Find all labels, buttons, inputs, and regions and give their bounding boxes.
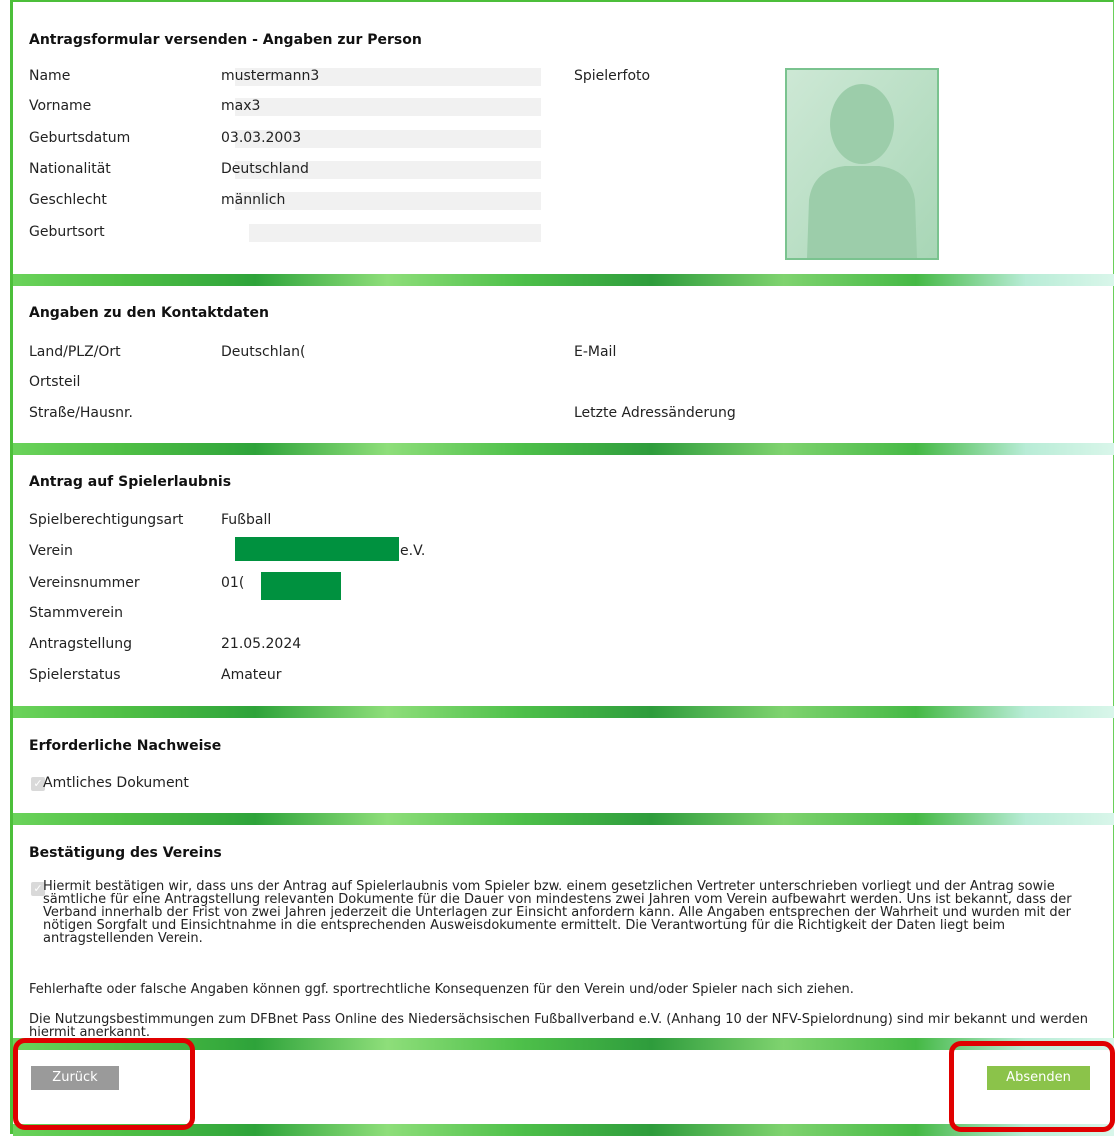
row-verein: Verein e.V. [29, 537, 569, 561]
row-stammverein: Stammverein [29, 605, 569, 623]
value-geschlecht: männlich [221, 192, 286, 208]
value-vereinsnummer: 01( [221, 575, 245, 591]
redaction-block [261, 572, 341, 600]
label-antragstellung: Antragstellung [29, 636, 132, 652]
label-geburtsdatum: Geburtsdatum [29, 130, 131, 146]
value-nationalitaet: Deutschland [221, 161, 309, 177]
label-stammverein: Stammverein [29, 605, 123, 621]
row-strasse: Straße/Hausnr. [29, 405, 569, 423]
label-letzte-adressaenderung: Letzte Adressänderung [574, 405, 736, 421]
section-divider [13, 706, 1114, 718]
label-email: E-Mail [574, 344, 617, 360]
value-bg [235, 98, 541, 116]
label-strasse: Straße/Hausnr. [29, 405, 133, 421]
row-name: Name mustermann3 [29, 68, 569, 86]
row-spielberechtigungsart: Spielberechtigungsart Fußball [29, 512, 569, 530]
confirm-paragraph-2: Fehlerhafte oder falsche Angaben können … [29, 982, 854, 997]
section-divider [13, 813, 1114, 825]
section-title-confirm: Bestätigung des Vereins [29, 845, 222, 861]
row-nationalitaet: Nationalität Deutschland [29, 161, 569, 179]
label-spielerfoto: Spielerfoto [574, 68, 651, 84]
value-name: mustermann3 [221, 68, 320, 84]
row-vereinsnummer: Vereinsnummer 01( [29, 572, 569, 600]
label-geschlecht: Geschlecht [29, 192, 107, 208]
value-spielberechtigungsart: Fußball [221, 512, 272, 528]
label-ortsteil: Ortsteil [29, 374, 81, 390]
label-name: Name [29, 68, 71, 84]
section-title-contact: Angaben zu den Kontaktdaten [29, 305, 269, 321]
section-title-permission: Antrag auf Spielerlaubnis [29, 474, 232, 490]
label-verein: Verein [29, 543, 73, 559]
label-vorname: Vorname [29, 98, 92, 114]
row-spielerstatus: Spielerstatus Amateur [29, 667, 569, 685]
row-vorname: Vorname max3 [29, 98, 569, 116]
section-title-proof: Erforderliche Nachweise [29, 738, 222, 754]
label-land-plz-ort: Land/PLZ/Ort [29, 344, 121, 360]
value-geburtsdatum: 03.03.2003 [221, 130, 302, 146]
row-antragstellung: Antragstellung 21.05.2024 [29, 636, 569, 654]
value-spielerstatus: Amateur [221, 667, 282, 683]
section-divider [13, 274, 1114, 286]
redaction-block [235, 537, 399, 561]
form-panel: Antragsformular versenden - Angaben zur … [10, 0, 1114, 1136]
section-title-person: Antragsformular versenden - Angaben zur … [29, 32, 422, 48]
value-bg [249, 224, 541, 242]
row-geschlecht: Geschlecht männlich [29, 192, 569, 210]
label-nationalitaet: Nationalität [29, 161, 111, 177]
value-land-plz-ort: Deutschlan( [221, 344, 306, 360]
player-photo-placeholder [785, 68, 939, 260]
label-geburtsort: Geburtsort [29, 224, 105, 240]
highlight-back-button [13, 1038, 195, 1130]
label-vereinsnummer: Vereinsnummer [29, 575, 140, 591]
avatar-silhouette-icon [787, 70, 937, 258]
row-land-plz-ort: Land/PLZ/Ort Deutschlan( [29, 344, 569, 362]
section-divider [13, 443, 1114, 455]
label-amtliches-dokument: Amtliches Dokument [43, 775, 189, 791]
confirm-paragraph-1: Hiermit bestätigen wir, dass uns der Ant… [43, 879, 1072, 946]
value-vorname: max3 [221, 98, 261, 114]
label-spielerstatus: Spielerstatus [29, 667, 121, 683]
label-spielberechtigungsart: Spielberechtigungsart [29, 512, 184, 528]
highlight-send-button [949, 1041, 1115, 1132]
row-geburtsdatum: Geburtsdatum 03.03.2003 [29, 130, 569, 148]
confirm-paragraph-3: Die Nutzungsbestimmungen zum DFBnet Pass… [29, 1012, 1089, 1040]
value-antragstellung: 21.05.2024 [221, 636, 302, 652]
value-verein-suffix: e.V. [400, 543, 426, 559]
row-ortsteil: Ortsteil [29, 374, 569, 392]
row-geburtsort: Geburtsort [29, 224, 569, 242]
